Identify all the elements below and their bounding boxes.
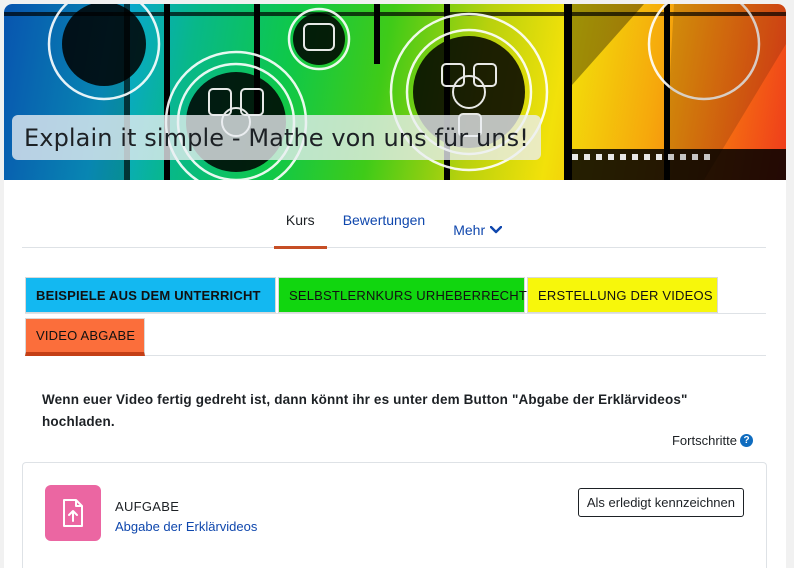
progress-indicator: Fortschritte ? <box>672 433 753 448</box>
file-upload-icon <box>63 499 83 527</box>
activity-card: AUFGABE Abgabe der Erklärvideos Als erle… <box>22 462 767 568</box>
section-tile-urheberrecht[interactable]: SELBSTLERNKURS URHEBERRECHT <box>278 277 527 313</box>
activity-type: AUFGABE <box>115 499 180 514</box>
activity-link[interactable]: Abgabe der Erklärvideos <box>115 519 257 534</box>
section-tile-beispiele[interactable]: BEISPIELE AUS DEM UNTERRICHT <box>25 277 276 313</box>
banner-title-box: Explain it simple - Mathe von uns für un… <box>12 115 541 160</box>
tab-bewertungen-label: Bewertungen <box>342 212 426 228</box>
question-circle-icon[interactable]: ? <box>740 434 753 447</box>
course-page: Explain it simple - Mathe von uns für un… <box>4 4 786 568</box>
tab-kurs[interactable]: Kurs <box>272 200 329 249</box>
section-tile-erstellung[interactable]: ERSTELLUNG DER VIDEOS <box>527 277 718 313</box>
course-nav: Kurs Bewertungen Mehr <box>22 200 766 249</box>
tab-kurs-label: Kurs <box>285 212 315 228</box>
progress-label: Fortschritte <box>671 433 737 448</box>
section-description: Wenn euer Video fertig gedreht ist, dann… <box>42 392 688 429</box>
section-tiles: BEISPIELE AUS DEM UNTERRICHT SELBSTLERNK… <box>25 277 766 356</box>
mark-as-done-button[interactable]: Als erledigt kennzeichnen <box>577 488 744 517</box>
tab-bewertungen[interactable]: Bewertungen <box>329 200 440 248</box>
section-tiles-row-1: BEISPIELE AUS DEM UNTERRICHT SELBSTLERNK… <box>25 277 766 314</box>
tab-mehr[interactable]: Mehr <box>439 200 516 248</box>
course-banner: Explain it simple - Mathe von uns für un… <box>4 4 786 180</box>
section-tiles-row-2: VIDEO ABGABE <box>25 314 766 356</box>
tab-mehr-label: Mehr <box>453 222 486 238</box>
section-tile-video-abgabe[interactable]: VIDEO ABGABE <box>25 318 145 356</box>
activity-icon-box <box>45 485 101 541</box>
course-title: Explain it simple - Mathe von uns für un… <box>24 123 529 152</box>
chevron-down-icon <box>490 226 503 234</box>
